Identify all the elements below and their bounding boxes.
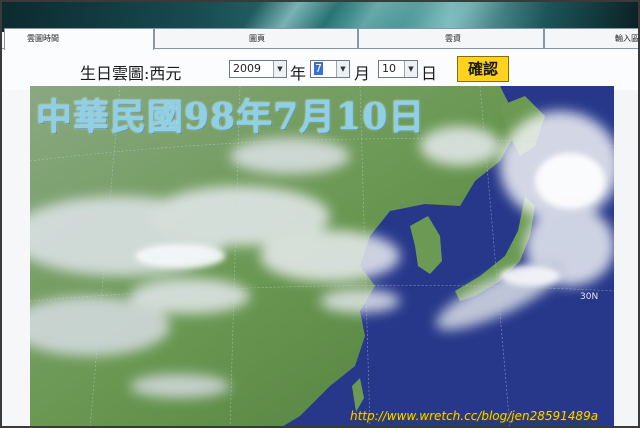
latitude-label: 30N xyxy=(580,292,599,302)
chevron-down-icon[interactable]: ▼ xyxy=(273,61,286,77)
day-value: 10 xyxy=(382,62,396,75)
chevron-down-icon[interactable]: ▼ xyxy=(404,61,417,77)
month-suffix: 月 xyxy=(354,64,371,83)
year-value: 2009 xyxy=(233,62,261,75)
day-select[interactable]: 10 ▼ xyxy=(378,60,418,78)
tab-cloud-info[interactable]: 雲資 xyxy=(358,28,544,48)
confirm-button[interactable]: 確認 xyxy=(457,56,509,82)
year-suffix: 年 xyxy=(290,64,307,83)
tab-cloud-time[interactable]: 雲圖時間 xyxy=(4,28,154,50)
tab-strip: 雲圖時間 圖頁 雲資 輸入區 xyxy=(0,28,640,50)
tab-image-page[interactable]: 圖頁 xyxy=(154,28,358,48)
form-prefix-label: 生日雲圖:西元 xyxy=(80,64,182,83)
tab-label: 圖頁 xyxy=(249,34,265,43)
tab-label: 輸入區 xyxy=(615,34,639,43)
tab-label: 雲圖時間 xyxy=(27,34,59,43)
screen-photo: 雲圖時間 圖頁 雲資 輸入區 生日雲圖:西元 2009 ▼ 年 7 ▼ 月 10… xyxy=(0,0,640,428)
tab-label: 雲資 xyxy=(445,34,461,43)
birthday-form: 生日雲圖:西元 2009 ▼ 年 7 ▼ 月 10 ▼ 日 xyxy=(0,50,640,90)
watermark-url: http://www.wretch.cc/blog/jen28591489a xyxy=(350,409,599,423)
right-margin xyxy=(614,50,640,428)
tab-input-area[interactable]: 輸入區 xyxy=(544,28,640,48)
map-date-title: 中華民國98年7月10日 xyxy=(36,96,426,138)
year-select[interactable]: 2009 ▼ xyxy=(229,60,287,78)
left-margin xyxy=(0,50,30,428)
chevron-down-icon[interactable]: ▼ xyxy=(336,61,349,77)
month-value: 7 xyxy=(314,62,323,75)
month-select[interactable]: 7 ▼ xyxy=(310,60,350,78)
day-suffix: 日 xyxy=(421,64,438,83)
